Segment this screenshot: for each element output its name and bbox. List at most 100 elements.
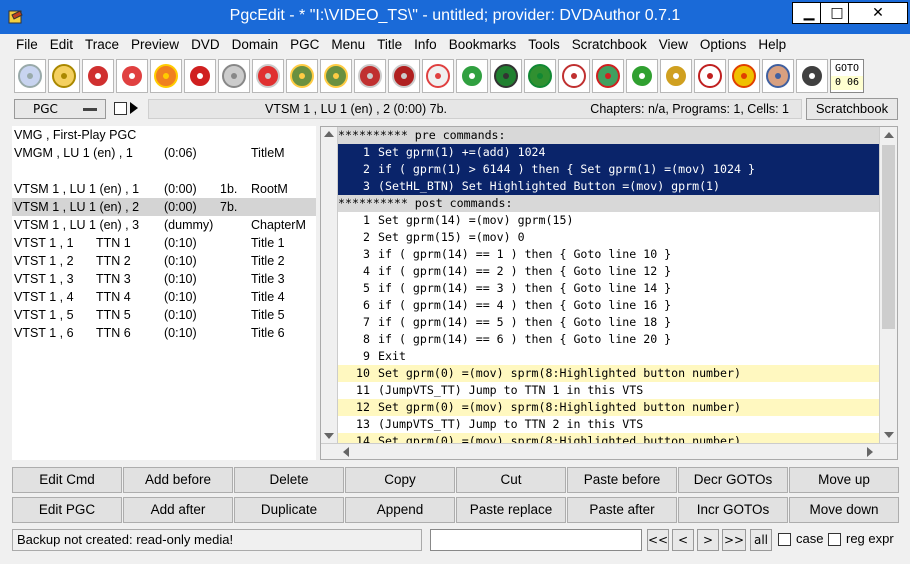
pgc-domain-select[interactable]: PGC: [14, 99, 106, 119]
menu-view[interactable]: View: [653, 34, 694, 56]
command-line[interactable]: 8 if ( gprm(14) == 6 ) then { Goto line 2…: [338, 331, 879, 348]
tcl-button[interactable]: [728, 59, 760, 93]
duplicate-button[interactable]: Duplicate: [234, 497, 344, 523]
dvd-id-button[interactable]: [388, 59, 420, 93]
bug-button[interactable]: [524, 59, 556, 93]
add-after-button[interactable]: Add after: [123, 497, 233, 523]
search-all-button[interactable]: all: [750, 529, 772, 551]
folder-open-button[interactable]: [48, 59, 80, 93]
grid-numbers-button[interactable]: [694, 59, 726, 93]
menu-tools[interactable]: Tools: [522, 34, 566, 56]
copy-button[interactable]: Copy: [345, 467, 455, 493]
regexpr-checkbox[interactable]: [828, 533, 841, 546]
export-button[interactable]: [320, 59, 352, 93]
scroll-right-icon[interactable]: [867, 447, 873, 457]
globe-button[interactable]: [456, 59, 488, 93]
command-section-header[interactable]: ********** post commands:: [338, 195, 879, 212]
append-button[interactable]: Append: [345, 497, 455, 523]
pgc-list-item[interactable]: VTSM 1 , LU 1 (en) , 3 (dummy) ChapterM: [12, 216, 316, 234]
paste-before-button[interactable]: Paste before: [567, 467, 677, 493]
command-line[interactable]: 2 if ( gprm(1) > 6144 ) then { Set gprm(1…: [338, 161, 879, 178]
commands-left-scroll[interactable]: [321, 127, 338, 443]
menu-title[interactable]: Title: [371, 34, 408, 56]
dvds-copy-button[interactable]: [218, 59, 250, 93]
document-button[interactable]: [422, 59, 454, 93]
command-line[interactable]: 3 if ( gprm(14) == 1 ) then { Goto line 1…: [338, 246, 879, 263]
play-film-button[interactable]: [490, 59, 522, 93]
pgc-list-item[interactable]: VTSM 1 , LU 1 (en) , 1 (0:00) 1b. RootM: [12, 180, 316, 198]
command-line[interactable]: 2 Set gprm(15) =(mov) 0: [338, 229, 879, 246]
command-section-header[interactable]: ********** pre commands:: [338, 127, 879, 144]
command-line[interactable]: 12 Set gprm(0) =(mov) sprm(8:Highlighted …: [338, 399, 879, 416]
scroll-left-icon[interactable]: [343, 447, 349, 457]
edit-cmd-button[interactable]: Edit Cmd: [12, 467, 122, 493]
commands-vertical-scrollbar[interactable]: [879, 127, 897, 443]
menu-info[interactable]: Info: [408, 34, 443, 56]
delete-button[interactable]: Delete: [234, 467, 344, 493]
menu-trace[interactable]: Trace: [79, 34, 125, 56]
play-arrow-icon[interactable]: [130, 102, 138, 114]
import-button[interactable]: [286, 59, 318, 93]
command-line[interactable]: 14 Set gprm(0) =(mov) sprm(8:Highlighted …: [338, 433, 879, 443]
command-line[interactable]: 11 (JumpVTS_TT) Jump to TTN 1 in this VTS: [338, 382, 879, 399]
chain-link-button[interactable]: [660, 59, 692, 93]
pgc-list-item[interactable]: VTST 1 , 3 TTN 3 (0:10) Title 3: [12, 270, 316, 288]
scrollbar-thumb[interactable]: [882, 145, 895, 329]
command-line[interactable]: 1 Set gprm(1) +=(add) 1024: [338, 144, 879, 161]
menu-button[interactable]: [626, 59, 658, 93]
command-line[interactable]: 13 (JumpVTS_TT) Jump to TTN 2 in this VTS: [338, 416, 879, 433]
burn-button[interactable]: [150, 59, 182, 93]
menu-edit[interactable]: Edit: [44, 34, 79, 56]
command-line[interactable]: 6 if ( gprm(14) == 4 ) then { Goto line 1…: [338, 297, 879, 314]
scratchbook-button[interactable]: Scratchbook: [806, 98, 898, 120]
case-checkbox[interactable]: [778, 533, 791, 546]
dvd-reload-button[interactable]: [82, 59, 114, 93]
menu-scratchbook[interactable]: Scratchbook: [566, 34, 653, 56]
command-line[interactable]: 7 if ( gprm(14) == 5 ) then { Goto line 1…: [338, 314, 879, 331]
delete-cells-button[interactable]: [592, 59, 624, 93]
search-last-button[interactable]: >>: [722, 529, 746, 551]
goto-display[interactable]: GOTO 0 06: [830, 59, 864, 93]
command-line[interactable]: 3 (SetHL_BTN) Set Highlighted Button =(mo…: [338, 178, 879, 195]
menu-dvd[interactable]: DVD: [185, 34, 226, 56]
pgc-list-item[interactable]: VMG , First-Play PGC: [12, 126, 316, 144]
eye-button[interactable]: [762, 59, 794, 93]
search-next-button[interactable]: >: [697, 529, 719, 551]
scroll-down-icon[interactable]: [884, 432, 894, 438]
pgc-list-item[interactable]: VTST 1 , 5 TTN 5 (0:10) Title 5: [12, 306, 316, 324]
trace-button[interactable]: [796, 59, 828, 93]
checklist-button[interactable]: [558, 59, 590, 93]
menu-bookmarks[interactable]: Bookmarks: [443, 34, 523, 56]
command-line[interactable]: 9 Exit: [338, 348, 879, 365]
paste-replace-button[interactable]: Paste replace: [456, 497, 566, 523]
dvd-bookmark-button[interactable]: [252, 59, 284, 93]
add-before-button[interactable]: Add before: [123, 467, 233, 493]
search-prev-button[interactable]: <: [672, 529, 694, 551]
command-line[interactable]: 10 Set gprm(0) =(mov) sprm(8:Highlighted …: [338, 365, 879, 382]
menu-menu[interactable]: Menu: [325, 34, 371, 56]
close-button[interactable]: ✕: [848, 2, 908, 24]
incr-gotos-button[interactable]: Incr GOTOs: [678, 497, 788, 523]
decr-gotos-button[interactable]: Decr GOTOs: [678, 467, 788, 493]
move-down-button[interactable]: Move down: [789, 497, 899, 523]
edit-pgc-button[interactable]: Edit PGC: [12, 497, 122, 523]
pgc-list-item[interactable]: VMGM , LU 1 (en) , 1 (0:06) TitleM: [12, 144, 316, 162]
pgc-list-item[interactable]: VTST 1 , 6 TTN 6 (0:10) Title 6: [12, 324, 316, 342]
dvd-new-button[interactable]: [116, 59, 148, 93]
pgc-checkbox[interactable]: [114, 102, 127, 115]
move-up-button[interactable]: Move up: [789, 467, 899, 493]
menu-help[interactable]: Help: [752, 34, 792, 56]
command-line[interactable]: 4 if ( gprm(14) == 2 ) then { Goto line 1…: [338, 263, 879, 280]
menu-pgc[interactable]: PGC: [284, 34, 325, 56]
scroll-down-icon[interactable]: [324, 433, 334, 439]
commands-horizontal-scrollbar[interactable]: [321, 443, 897, 459]
menu-preview[interactable]: Preview: [125, 34, 185, 56]
paste-after-button[interactable]: Paste after: [567, 497, 677, 523]
scroll-up-icon[interactable]: [324, 131, 334, 137]
cut-button[interactable]: Cut: [456, 467, 566, 493]
menu-file[interactable]: File: [10, 34, 44, 56]
command-line[interactable]: 5 if ( gprm(14) == 3 ) then { Goto line 1…: [338, 280, 879, 297]
menu-domain[interactable]: Domain: [226, 34, 285, 56]
pgc-list-item[interactable]: VTST 1 , 4 TTN 4 (0:10) Title 4: [12, 288, 316, 306]
search-first-button[interactable]: <<: [647, 529, 669, 551]
